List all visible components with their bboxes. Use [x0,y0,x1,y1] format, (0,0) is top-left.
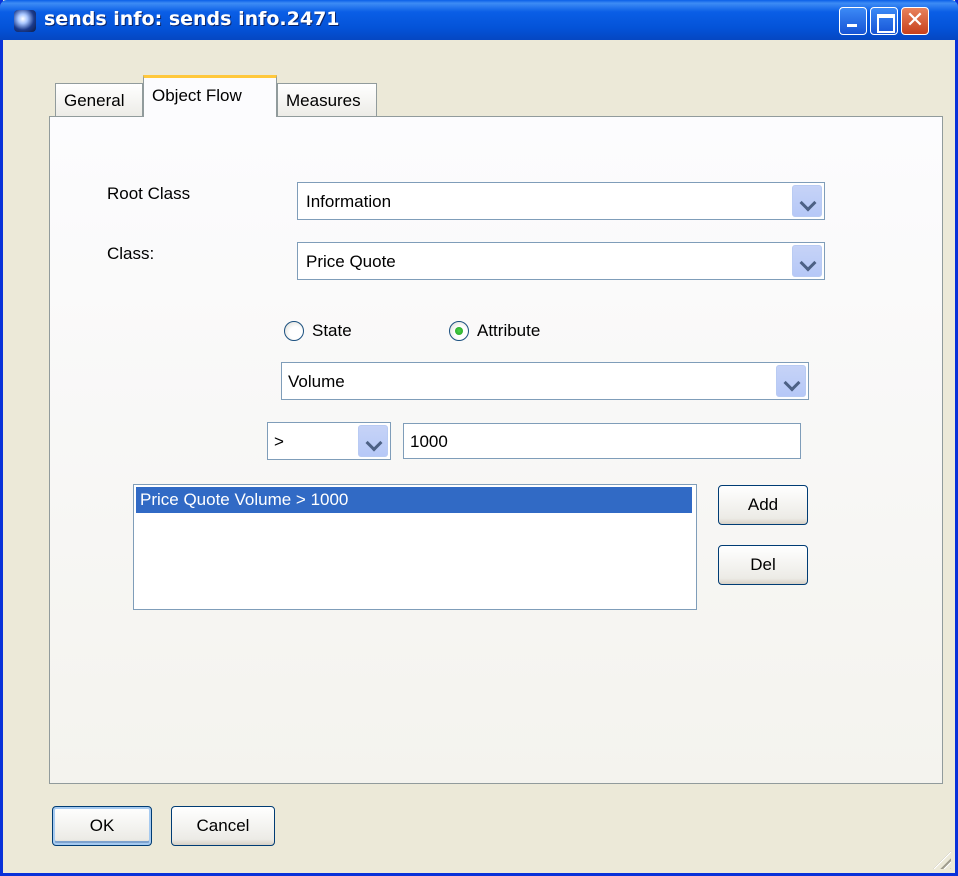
conditions-list[interactable]: Price Quote Volume > 1000 [133,484,697,610]
resize-grip-icon[interactable] [933,851,951,869]
dialog-window: sends info: sends info.2471 ✕ General Ob… [0,0,958,876]
del-button-label: Del [750,555,776,574]
close-button[interactable]: ✕ [901,7,929,35]
minimize-button[interactable] [839,7,867,35]
list-item[interactable]: Price Quote Volume > 1000 [136,487,692,513]
cancel-button-label: Cancel [196,816,250,835]
root-class-value: Information [306,192,392,211]
tab-measures-label: Measures [286,91,361,110]
tab-general[interactable]: General [55,83,143,117]
operand-value: 1000 [410,432,448,451]
root-class-label: Root Class [107,184,191,203]
chevron-down-icon[interactable] [358,425,388,457]
tab-object-flow[interactable]: Object Flow [143,75,277,117]
attribute-value: Volume [288,372,345,391]
attribute-radio[interactable] [449,321,469,341]
state-radio-label[interactable]: State [312,321,352,341]
tab-measures[interactable]: Measures [277,83,377,117]
add-button-label: Add [747,495,779,514]
ok-button[interactable]: OK [52,806,152,846]
attribute-select[interactable]: Volume [281,362,809,400]
class-label: Class: [107,244,155,263]
state-radio[interactable] [284,321,304,341]
class-value: Price Quote [306,252,396,271]
operator-value: > [274,432,284,451]
maximize-icon [871,8,897,34]
chevron-down-icon[interactable] [792,185,822,217]
tab-object-flow-label: Object Flow [152,86,242,105]
ok-button-label: OK [89,816,115,835]
chevron-down-icon[interactable] [792,245,822,277]
add-button[interactable]: Add [718,485,808,525]
app-icon[interactable] [14,10,36,32]
condition-text: Price Quote Volume > 1000 [140,490,349,509]
del-button[interactable]: Del [718,545,808,585]
maximize-button[interactable] [870,7,898,35]
title-bar[interactable]: sends info: sends info.2471 ✕ [0,0,958,40]
close-icon: ✕ [905,8,925,33]
tab-general-label: General [64,91,125,110]
operand-field[interactable]: 1000 [403,423,801,459]
root-class-select[interactable]: Information [297,182,825,220]
class-select[interactable]: Price Quote [297,242,825,280]
window-title: sends info: sends info.2471 [44,8,340,30]
operator-select[interactable]: > [267,422,391,460]
cancel-button[interactable]: Cancel [171,806,275,846]
chevron-down-icon[interactable] [776,365,806,397]
attribute-radio-label[interactable]: Attribute [477,321,540,341]
minimize-icon [840,8,866,34]
